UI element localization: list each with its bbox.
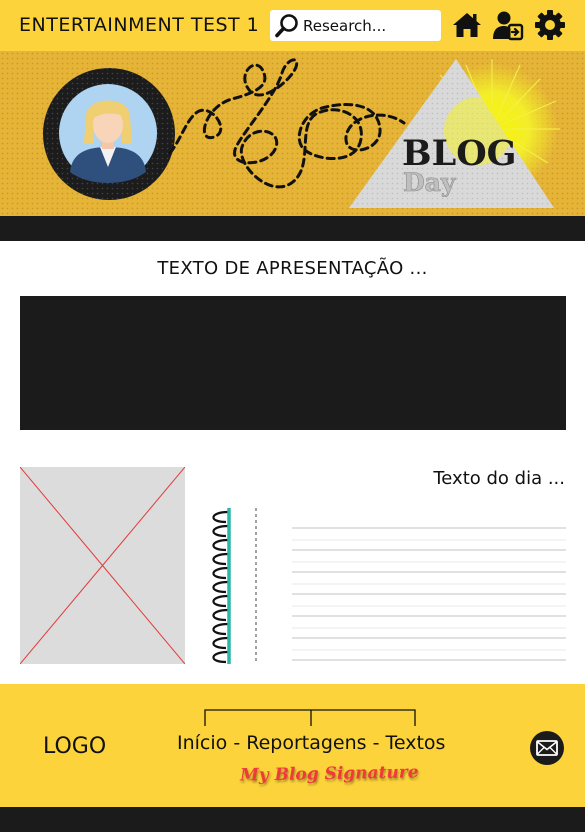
day-text: Texto do dia ... bbox=[433, 468, 565, 489]
nav-bracket bbox=[204, 709, 416, 726]
nav-separator: - bbox=[227, 732, 247, 754]
nav-link-inicio[interactable]: Início bbox=[177, 732, 227, 754]
banner-divider bbox=[0, 216, 585, 241]
bottom-strip bbox=[0, 807, 585, 832]
footer-logo: LOGO bbox=[43, 734, 107, 759]
search-box[interactable] bbox=[270, 10, 441, 41]
search-icon bbox=[275, 14, 298, 38]
blog-banner: BLOG Day bbox=[0, 51, 585, 216]
home-icon[interactable] bbox=[451, 9, 483, 41]
banner-artwork: BLOG Day bbox=[0, 51, 585, 216]
banner-day-word: Day bbox=[403, 168, 457, 197]
image-placeholder bbox=[20, 467, 185, 664]
mail-icon bbox=[536, 740, 558, 756]
gear-icon[interactable] bbox=[534, 9, 566, 41]
media-box[interactable] bbox=[20, 296, 566, 430]
intro-text: TEXTO DE APRESENTAÇÃO ... bbox=[157, 258, 428, 279]
footer: LOGO Início - Reportagens - Textos My Bl… bbox=[0, 684, 585, 807]
nav-link-reportagens[interactable]: Reportagens bbox=[246, 732, 366, 754]
nav-link-textos[interactable]: Textos bbox=[385, 732, 445, 754]
page: ENTERTAINMENT TEST 1 Research... BLOG Da… bbox=[0, 0, 585, 832]
top-bar: ENTERTAINMENT TEST 1 bbox=[0, 0, 585, 51]
nav-separator: - bbox=[366, 732, 386, 754]
site-title: ENTERTAINMENT TEST 1 bbox=[19, 14, 260, 36]
footer-nav: Início - Reportagens - Textos bbox=[177, 732, 445, 754]
user-login-icon[interactable] bbox=[492, 9, 524, 41]
blog-signature: My Blog Signature bbox=[239, 762, 419, 786]
search-input[interactable] bbox=[303, 14, 437, 37]
mail-button[interactable] bbox=[530, 731, 564, 765]
notebook-illustration bbox=[212, 508, 566, 664]
